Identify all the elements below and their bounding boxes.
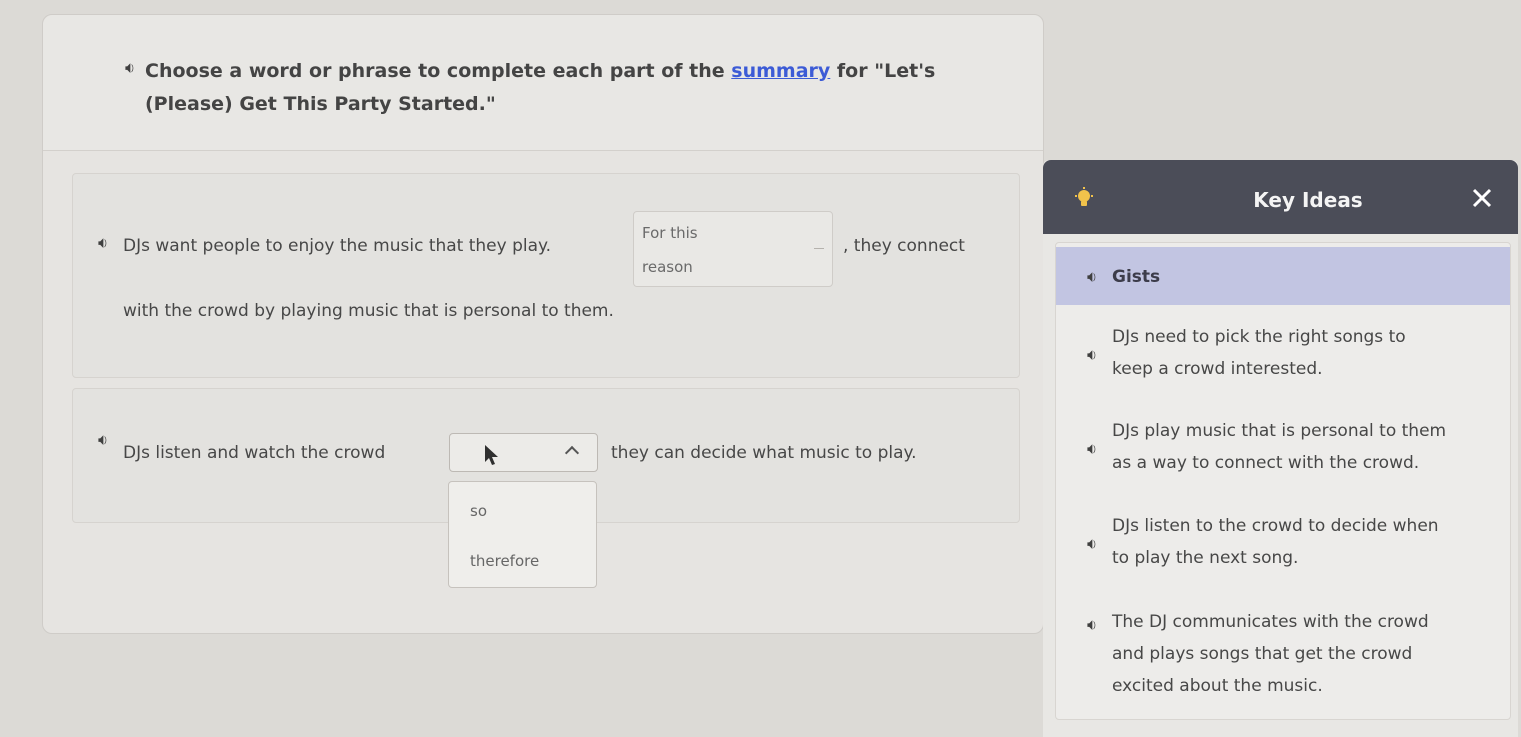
speaker-icon[interactable]: 🔉︎ [125, 60, 135, 76]
key-ideas-title: Key Ideas [1253, 188, 1363, 212]
gist-line: DJs play music that is personal to them [1112, 421, 1447, 441]
key-ideas-header: Key Ideas [1043, 160, 1518, 234]
chevron-up-icon [564, 445, 580, 461]
speaker-icon[interactable]: 🔉︎ [1087, 536, 1097, 552]
speaker-icon[interactable]: 🔉︎ [1087, 617, 1097, 633]
gist-line: DJs need to pick the right songs to [1112, 327, 1406, 347]
gist-line: to play the next song. [1112, 548, 1299, 568]
question-1-text-line-2: with the crowd by playing music that is … [123, 301, 614, 321]
dropdown-options: so therefore [448, 481, 597, 588]
gist-line: and plays songs that get the crowd [1112, 644, 1413, 664]
answer-1-line-1: For this [642, 224, 698, 242]
speaker-icon[interactable]: 🔉︎ [98, 235, 108, 251]
gist-line: The DJ communicates with the crowd [1112, 612, 1429, 632]
question-1-text-after: , they connect [843, 236, 965, 256]
question-1-text: DJs want people to enjoy the music that … [123, 236, 552, 256]
gist-line: excited about the music. [1112, 676, 1323, 696]
mouse-cursor-icon [485, 445, 498, 465]
gist-text: The DJ communicates with the crowd and p… [1112, 606, 1502, 702]
gist-line: keep a crowd interested. [1112, 359, 1323, 379]
speaker-icon[interactable]: 🔉︎ [1087, 347, 1097, 363]
prompt-area: 🔉︎ Choose a word or phrase to complete e… [43, 15, 1043, 151]
divider [814, 248, 824, 249]
question-2-text-after: they can decide what music to play. [611, 443, 917, 463]
speaker-icon[interactable]: 🔉︎ [1087, 269, 1097, 285]
answer-1-line-2: reason [642, 258, 693, 276]
gist-text: DJs listen to the crowd to decide when t… [1112, 510, 1502, 574]
gist-text: DJs need to pick the right songs to keep… [1112, 321, 1502, 385]
speaker-icon[interactable]: 🔉︎ [98, 432, 108, 448]
gist-text: DJs play music that is personal to them … [1112, 415, 1502, 479]
option-therefore[interactable]: therefore [470, 552, 539, 570]
close-icon[interactable] [1471, 187, 1493, 209]
question-1 [72, 173, 1020, 378]
gist-line: as a way to connect with the crowd. [1112, 453, 1420, 473]
prompt-text: Choose a word or phrase to complete each… [145, 55, 985, 121]
answer-dropdown-2[interactable] [449, 433, 598, 472]
gist-line: DJs listen to the crowd to decide when [1112, 516, 1439, 536]
key-ideas-list: 🔉︎ Gists 🔉︎ DJs need to pick the right s… [1055, 242, 1511, 720]
speaker-icon[interactable]: 🔉︎ [1087, 441, 1097, 457]
gists-label: Gists [1112, 267, 1161, 287]
prompt-text-start: Choose a word or phrase to complete each… [145, 60, 732, 82]
gists-header: 🔉︎ Gists [1056, 247, 1510, 305]
answer-dropdown-1[interactable]: For this reason [633, 211, 833, 287]
question-2-text: DJs listen and watch the crowd [123, 443, 386, 463]
option-so[interactable]: so [470, 502, 487, 520]
key-ideas-panel: Key Ideas 🔉︎ Gists 🔉︎ DJs need to pick t… [1043, 160, 1518, 737]
summary-link[interactable]: summary [731, 60, 830, 82]
